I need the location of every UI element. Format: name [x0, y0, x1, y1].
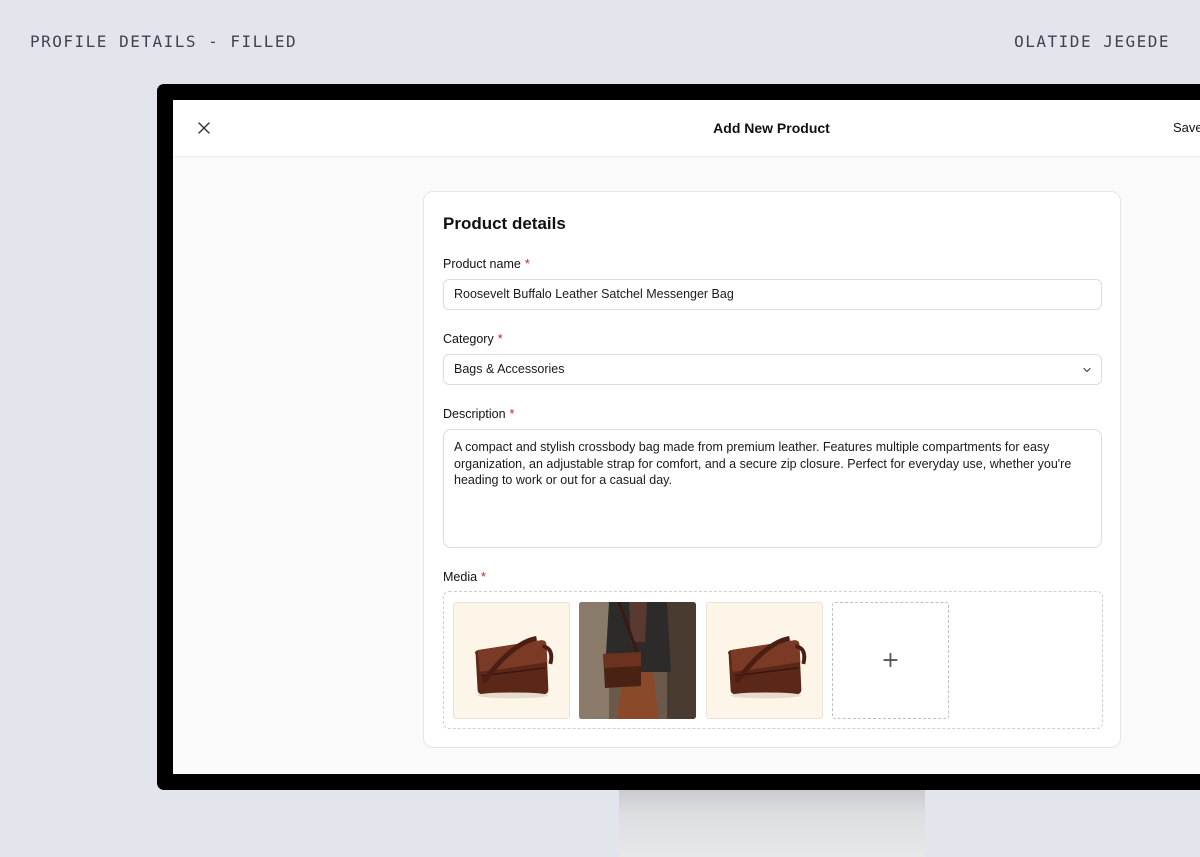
- description-label-text: Description: [443, 407, 506, 421]
- category-label: Category *: [443, 332, 503, 346]
- leather-bag-image: [727, 635, 807, 699]
- product-name-input[interactable]: Roosevelt Buffalo Leather Satchel Messen…: [443, 279, 1102, 310]
- product-name-value: Roosevelt Buffalo Leather Satchel Messen…: [454, 287, 734, 301]
- add-media-button[interactable]: +: [832, 602, 949, 719]
- leather-bag-image: [474, 635, 554, 699]
- media-label: Media *: [443, 570, 486, 584]
- required-marker: *: [481, 570, 486, 584]
- required-marker: *: [524, 257, 530, 271]
- modal-header: Add New Product Save: [173, 100, 1200, 157]
- media-thumbnail[interactable]: [706, 602, 823, 719]
- media-dropzone[interactable]: +: [443, 591, 1103, 729]
- page-caption-left: PROFILE DETAILS - FILLED: [30, 32, 298, 51]
- product-name-label: Product name *: [443, 257, 530, 271]
- media-thumbnail[interactable]: [579, 602, 696, 719]
- required-marker: *: [509, 407, 515, 421]
- category-value: Bags & Accessories: [454, 362, 565, 376]
- media-label-text: Media: [443, 570, 478, 584]
- person-with-bag-image: [579, 602, 696, 719]
- category-select[interactable]: Bags & Accessories: [443, 354, 1102, 385]
- description-textarea[interactable]: A compact and stylish crossbody bag made…: [443, 429, 1102, 548]
- description-value: A compact and stylish crossbody bag made…: [454, 440, 1072, 487]
- category-label-text: Category: [443, 332, 494, 346]
- app-screen: Add New Product Save Product details Pro…: [173, 100, 1200, 774]
- monitor-stand: [619, 789, 925, 857]
- product-name-label-text: Product name: [443, 257, 521, 271]
- modal-title: Add New Product: [713, 120, 830, 136]
- media-thumbnail[interactable]: [453, 602, 570, 719]
- product-details-card: Product details Product name * Roosevelt …: [423, 191, 1121, 748]
- chevron-down-icon: [1083, 367, 1091, 373]
- card-title: Product details: [443, 214, 566, 233]
- required-marker: *: [497, 332, 503, 346]
- description-label: Description *: [443, 407, 514, 421]
- save-button[interactable]: Save: [1173, 120, 1200, 135]
- page-caption-right: OLATIDE JEGEDE: [1014, 32, 1170, 51]
- plus-icon: +: [881, 648, 900, 673]
